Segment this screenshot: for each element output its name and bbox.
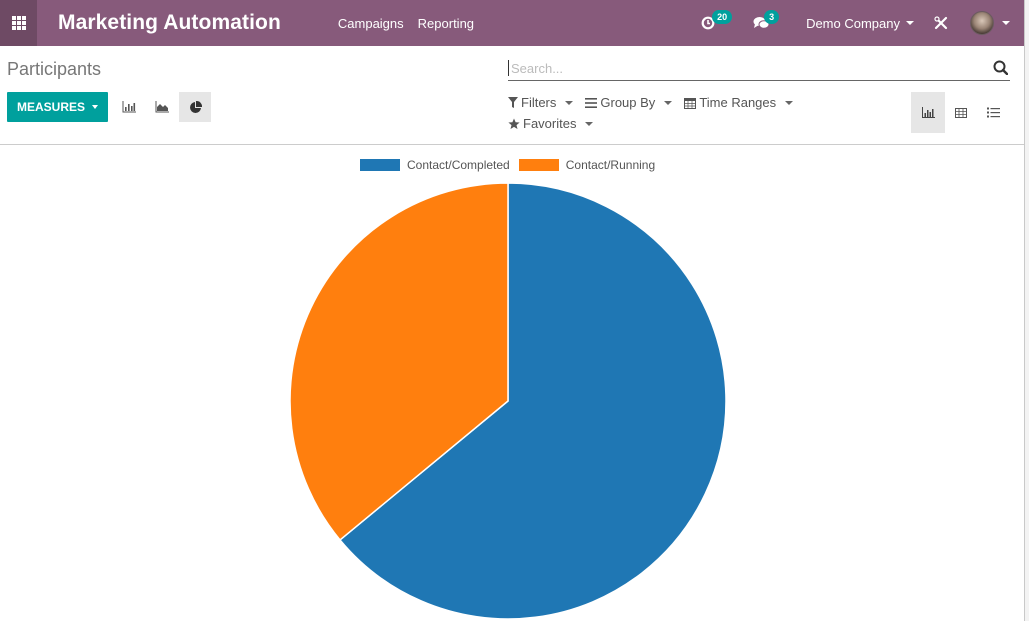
activity-button[interactable]: 20	[701, 10, 733, 30]
apps-grid-icon	[11, 16, 26, 30]
bar-chart-icon	[921, 107, 935, 118]
search-icon[interactable]	[993, 60, 1008, 75]
caret-down-icon	[92, 105, 98, 109]
filters-dropdown[interactable]: Filters	[508, 95, 574, 110]
time-ranges-label: Time Ranges	[699, 95, 777, 110]
systray: 20 3 Demo Company	[701, 0, 1024, 46]
chart-area: Contact/Completed Contact/Running	[0, 146, 1024, 621]
time-ranges-dropdown[interactable]: Time Ranges	[684, 95, 794, 110]
favorites-label: Favorites	[523, 116, 577, 131]
table-icon	[955, 107, 967, 118]
company-name: Demo Company	[806, 15, 900, 31]
list-view-button[interactable]	[976, 92, 1010, 133]
measures-label: MEASURES	[16, 100, 85, 114]
measures-button[interactable]: MEASURES	[7, 92, 108, 122]
search-options-row: Filters Group By Time Ranges	[508, 95, 794, 110]
caret-down-icon	[785, 100, 794, 105]
messages-count-badge: 3	[764, 10, 780, 24]
activity-count-badge: 20	[712, 10, 733, 24]
group-by-label: Group By	[600, 95, 656, 110]
line-chart-mode-button[interactable]	[146, 92, 178, 122]
tools-icon	[934, 16, 948, 30]
user-menu[interactable]	[970, 11, 1010, 35]
calendar-icon	[684, 97, 697, 109]
caret-down-icon	[565, 100, 574, 105]
caret-down-icon	[1002, 21, 1010, 25]
filter-icon	[508, 97, 518, 108]
menu-reporting[interactable]: Reporting	[411, 16, 481, 31]
star-icon	[508, 118, 520, 129]
messages-button[interactable]: 3	[753, 10, 780, 30]
search-input[interactable]	[508, 60, 978, 76]
pie-chart-icon	[189, 100, 202, 113]
list-icon	[986, 107, 1000, 118]
filters-label: Filters	[521, 95, 557, 110]
caret-down-icon	[664, 100, 673, 105]
favorites-dropdown[interactable]: Favorites	[508, 116, 594, 131]
bar-chart-icon	[122, 101, 136, 113]
pie-chart	[289, 182, 727, 620]
menu-campaigns[interactable]: Campaigns	[331, 16, 411, 31]
control-panel: Participants MEASURES Search... Filters …	[0, 46, 1024, 145]
bars-icon	[585, 97, 598, 108]
user-avatar	[970, 11, 994, 35]
company-switcher[interactable]: Demo Company	[806, 16, 914, 31]
graph-view-button[interactable]	[911, 92, 945, 133]
top-navbar: Marketing Automation Campaigns Reporting…	[0, 0, 1024, 46]
caret-down-icon	[585, 121, 594, 126]
pivot-view-button[interactable]	[944, 92, 978, 133]
debug-tools-button[interactable]	[934, 16, 948, 30]
apps-menu-button[interactable]	[0, 0, 37, 46]
bar-chart-mode-button[interactable]	[113, 92, 145, 122]
page-title: Participants	[7, 59, 102, 79]
window-edge	[1024, 0, 1029, 621]
caret-down-icon	[906, 21, 914, 25]
search-bar	[508, 56, 1010, 81]
group-by-dropdown[interactable]: Group By	[585, 95, 673, 110]
search-options-row-2: Favorites	[508, 116, 594, 131]
app-title: Marketing Automation	[58, 11, 281, 34]
area-chart-icon	[155, 101, 169, 113]
pie-chart-mode-button[interactable]	[179, 92, 211, 122]
